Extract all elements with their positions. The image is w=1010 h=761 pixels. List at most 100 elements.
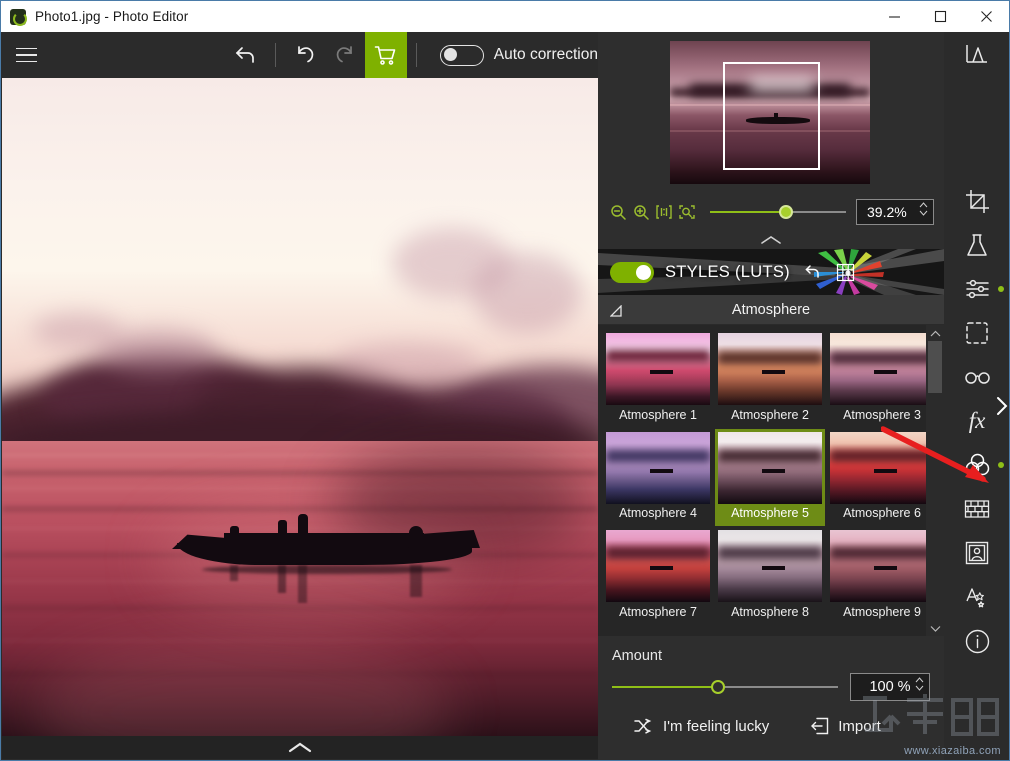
undo-icon[interactable] (285, 32, 325, 78)
amount-slider[interactable] (612, 679, 838, 695)
styles-luts-header: STYLES (LUTS) (598, 249, 944, 295)
viewport-rectangle[interactable] (723, 62, 820, 170)
scroll-down-arrow[interactable] (926, 620, 944, 636)
thumbnail-image (606, 530, 710, 602)
thumbnail-image (830, 431, 934, 504)
color-circles-icon[interactable] (944, 443, 1009, 487)
photo-editor-window: Photo1.jpg - Photo Editor Auto correctio… (0, 0, 1010, 761)
styles-title: STYLES (LUTS) (665, 262, 790, 281)
thumbnail-label: Atmosphere 1 (619, 407, 697, 422)
text-icon[interactable] (944, 575, 1009, 619)
auto-correction-control[interactable]: Auto correction (439, 44, 598, 66)
zoom-value-field[interactable]: 39.2% (856, 199, 934, 225)
adjustments-active-dot (998, 286, 1004, 292)
minimize-button[interactable] (871, 1, 917, 32)
frame-icon[interactable] (944, 531, 1009, 575)
toolbar-separator-2 (415, 43, 417, 67)
thumbnail-label: Atmosphere 5 (718, 503, 822, 523)
scrollbar-track[interactable] (928, 341, 942, 620)
app-icon (10, 8, 27, 26)
zoom-slider[interactable] (710, 204, 846, 220)
amount-spinner[interactable] (915, 677, 924, 691)
adjustments-icon[interactable] (944, 267, 1009, 311)
shopping-cart-icon[interactable] (364, 32, 407, 78)
thumbnail-label: Atmosphere 6 (843, 506, 921, 520)
styles-active-dot (998, 462, 1004, 468)
close-button[interactable] (963, 1, 1009, 32)
thumbnail-grid: Atmosphere 1 Atmosphere 2 Atmosphere 3 A… (598, 325, 934, 636)
thumbnail-item-selected[interactable]: Atmosphere 5 (715, 428, 825, 526)
thumbnail-item[interactable]: Atmosphere 7 (606, 530, 710, 622)
thumbnail-label: Atmosphere 2 (731, 407, 809, 422)
thumbnail-image (718, 333, 822, 405)
auto-correction-toggle[interactable] (439, 44, 484, 66)
redo-icon[interactable] (325, 32, 365, 78)
thumbnail-item[interactable]: Atmosphere 1 (606, 333, 710, 425)
window-controls (871, 1, 1009, 32)
group-header-atmosphere[interactable]: Atmosphere (598, 295, 944, 325)
chevron-up-icon (761, 236, 781, 244)
thumbnail-item[interactable]: Atmosphere 2 (718, 333, 822, 425)
thumbnail-item[interactable]: Atmosphere 9 (830, 530, 934, 622)
feeling-lucky-button[interactable]: I'm feeling lucky (634, 718, 769, 735)
chevron-up-icon[interactable] (287, 741, 313, 754)
amount-label: Amount (612, 648, 662, 664)
thumbnail-scrollbar[interactable] (926, 325, 944, 636)
zoom-slider-handle[interactable] (779, 205, 794, 219)
auto-correction-label: Auto correction (493, 46, 598, 63)
thumbnail-item[interactable]: Atmosphere 8 (718, 530, 822, 622)
import-icon (811, 717, 829, 735)
fit-to-screen-icon[interactable] (677, 202, 697, 222)
navigator-collapse-button[interactable] (598, 231, 944, 249)
zoom-value-text: 39.2% (867, 204, 907, 220)
thumbnail-label: Atmosphere 8 (731, 604, 809, 619)
navigator-panel (598, 32, 944, 193)
right-tool-rail: fx (944, 32, 1009, 760)
zoom-in-icon[interactable] (631, 202, 651, 222)
histogram-icon[interactable] (944, 32, 1009, 76)
image-canvas[interactable] (2, 78, 598, 738)
top-toolbar: Auto correction (1, 32, 598, 78)
thumbnail-label: Atmosphere 7 (619, 604, 697, 619)
hamburger-icon[interactable] (3, 32, 49, 78)
zoom-out-icon[interactable] (608, 202, 628, 222)
thumbnail-row: Atmosphere 1 Atmosphere 2 Atmosphere 3 (606, 333, 934, 425)
collapse-triangle-icon[interactable] (609, 304, 622, 322)
maximize-button[interactable] (917, 1, 963, 32)
thumbnail-image (606, 431, 710, 504)
shuffle-icon (634, 718, 654, 734)
thumbnail-image (718, 431, 822, 504)
flask-icon[interactable] (944, 223, 1009, 267)
reset-icon[interactable] (803, 262, 823, 282)
thumbnail-image (606, 333, 710, 405)
photo-sunset-lake (2, 78, 598, 738)
thumbnail-image (830, 333, 934, 405)
thumbnail-label: Atmosphere 4 (619, 506, 697, 520)
styles-toggle[interactable] (610, 261, 654, 283)
canvas-bottom-bar[interactable] (2, 736, 598, 759)
title-bar: Photo1.jpg - Photo Editor (1, 1, 1009, 32)
thumbnail-item[interactable]: Atmosphere 3 (830, 333, 934, 425)
thumbnail-row: Atmosphere 4 Atmosphere 5 Atmosphere 6 (606, 428, 934, 526)
info-icon[interactable] (944, 619, 1009, 663)
thumbnail-image (718, 530, 822, 602)
scroll-up-arrow[interactable] (926, 325, 944, 341)
toolbar-separator (274, 43, 276, 67)
thumbnail-item[interactable]: Atmosphere 4 (606, 431, 710, 524)
zoom-spinner[interactable] (919, 202, 928, 216)
amount-slider-handle[interactable] (711, 680, 726, 694)
selection-icon[interactable] (944, 311, 1009, 355)
window-title: Photo1.jpg - Photo Editor (35, 9, 189, 24)
thumbnail-label: Atmosphere 9 (843, 604, 921, 619)
group-name: Atmosphere (731, 301, 811, 318)
one-to-one-icon[interactable] (654, 202, 674, 222)
thumbnail-grid-container: Atmosphere 1 Atmosphere 2 Atmosphere 3 A… (598, 325, 944, 636)
texture-icon[interactable] (944, 487, 1009, 531)
chevron-right-icon[interactable] (994, 389, 1009, 423)
revert-arrow-icon[interactable] (226, 32, 266, 78)
thumbnail-item[interactable]: Atmosphere 6 (830, 431, 934, 524)
scrollbar-thumb[interactable] (928, 341, 942, 393)
crop-icon[interactable] (944, 179, 1009, 223)
right-panel: 39.2% STYLES (LUTS) Atmosphere Atmospher… (598, 32, 944, 760)
grid-view-icon[interactable] (836, 263, 855, 282)
